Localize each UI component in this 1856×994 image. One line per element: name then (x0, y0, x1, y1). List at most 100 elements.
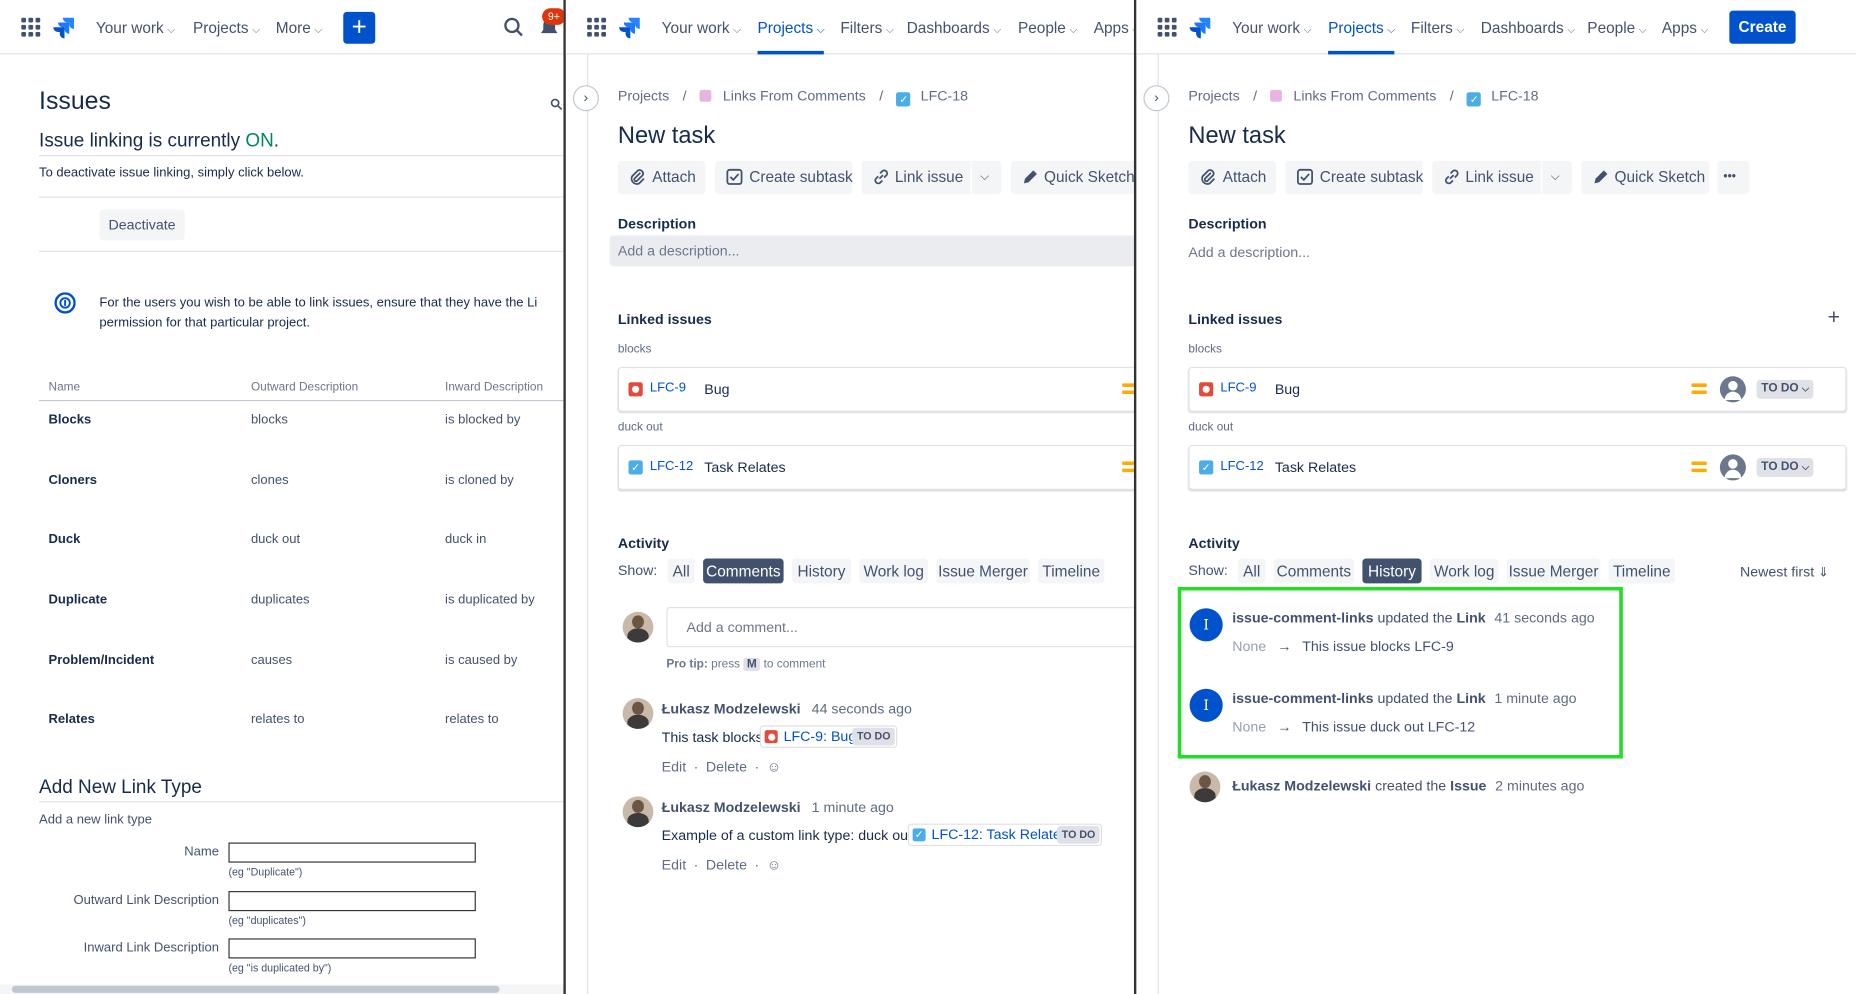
quick-sketch-button[interactable]: Quick Sketch (1010, 160, 1134, 195)
tab-issue-merger[interactable]: Issue Merger (936, 558, 1030, 584)
tab-timeline[interactable]: Timeline (1608, 558, 1675, 584)
attach-button[interactable]: Attach (1188, 160, 1276, 195)
history-actor[interactable]: issue-comment-links (1232, 609, 1373, 626)
name-field[interactable] (228, 842, 476, 863)
tab-timeline[interactable]: Timeline (1038, 558, 1105, 584)
assignee-avatar[interactable] (1719, 454, 1746, 481)
create-subtask-button[interactable]: Create subtask (714, 160, 853, 195)
user-avatar[interactable] (622, 698, 654, 729)
nav-projects[interactable]: Projects ⌵ (193, 19, 260, 37)
comment-time[interactable]: 44 seconds ago (812, 701, 912, 718)
tab-all[interactable]: All (1238, 558, 1266, 584)
add-reaction-icon[interactable]: ☺ (767, 759, 782, 776)
breadcrumb-projects[interactable]: Projects (618, 88, 669, 105)
more-actions-button[interactable]: ••• (1717, 160, 1750, 195)
comment-time[interactable]: 1 minute ago (812, 799, 894, 816)
linked-issue-key[interactable]: LFC-9 (1220, 381, 1256, 395)
description-field[interactable]: Add a description... (609, 235, 1134, 267)
nav-your-work[interactable]: Your work ⌵ (96, 19, 175, 37)
jira-logo[interactable] (617, 15, 641, 39)
add-reaction-icon[interactable]: ☺ (767, 857, 782, 874)
deactivate-button[interactable]: Deactivate (99, 209, 185, 241)
nav-projects[interactable]: Projects ⌵ (758, 19, 825, 37)
search-icon[interactable] (503, 17, 524, 38)
nav-people[interactable]: People ⌵ (1018, 19, 1078, 37)
nav-dashboards[interactable]: Dashboards ⌵ (907, 19, 1002, 37)
comment-author[interactable]: Łukasz Modzelewski (662, 799, 801, 816)
tab-comments[interactable]: Comments (1273, 558, 1355, 584)
user-avatar[interactable] (622, 796, 654, 828)
inline-issue-link[interactable]: ✓ LFC-12: Task Relates TO DO (907, 823, 1102, 847)
status-dropdown[interactable]: TO DO ⌵ (1756, 457, 1814, 477)
scrollbar-thumb[interactable] (11, 985, 500, 993)
app-switcher-icon[interactable] (21, 17, 41, 37)
horizontal-scrollbar[interactable] (0, 984, 564, 994)
jira-logo[interactable] (51, 15, 75, 39)
expand-sidebar-button[interactable]: › (572, 85, 599, 112)
linked-issue-row[interactable]: LFC-9 Bug (617, 366, 1134, 412)
add-comment-field[interactable]: Add a comment... (666, 607, 1134, 648)
history-time[interactable]: 2 minutes ago (1495, 777, 1584, 794)
app-avatar[interactable]: I (1189, 688, 1223, 722)
tab-issue-merger[interactable]: Issue Merger (1506, 558, 1601, 584)
app-switcher-icon[interactable] (587, 17, 607, 37)
linked-issue-summary[interactable]: Task Relates (704, 459, 785, 476)
user-avatar[interactable] (1189, 771, 1221, 803)
linked-issue-key[interactable]: LFC-9 (650, 381, 686, 395)
assignee-avatar[interactable] (1719, 376, 1746, 403)
tab-work-log[interactable]: Work log (1429, 558, 1499, 584)
inward-description-field[interactable] (228, 938, 476, 959)
link-issue-dropdown[interactable]: ⌵ (971, 160, 1002, 195)
nav-dashboards[interactable]: Dashboards ⌵ (1481, 19, 1576, 37)
link-issue-button[interactable]: Link issue (861, 160, 971, 195)
linked-issue-row[interactable]: LFC-9 Bug TO DO ⌵ (1188, 366, 1847, 412)
nav-projects[interactable]: Projects ⌵ (1328, 19, 1395, 37)
tab-history[interactable]: History (791, 558, 852, 584)
nav-your-work[interactable]: Your work ⌵ (1232, 19, 1311, 37)
linked-issue-summary[interactable]: Bug (1275, 381, 1300, 398)
edit-comment-link[interactable]: Edit (662, 857, 686, 874)
quick-sketch-button[interactable]: Quick Sketch (1581, 160, 1710, 195)
jira-logo[interactable] (1187, 15, 1211, 39)
outward-description-field[interactable] (228, 891, 476, 912)
nav-people[interactable]: People ⌵ (1587, 19, 1647, 37)
link-issue-dropdown[interactable]: ⌵ (1542, 160, 1572, 195)
attach-button[interactable]: Attach (617, 160, 706, 195)
comment-author[interactable]: Łukasz Modzelewski (662, 701, 801, 718)
description-field[interactable]: Add a description... (1188, 244, 1310, 261)
tab-history[interactable]: History (1362, 558, 1422, 584)
inline-issue-link[interactable]: LFC-9: Bug TO DO (759, 725, 898, 748)
link-issue-button[interactable]: Link issue (1432, 160, 1542, 195)
nav-apps[interactable]: Apps⌵ (1662, 19, 1709, 37)
sort-order-button[interactable]: Newest first ⇓ (1740, 563, 1829, 580)
history-time[interactable]: 41 seconds ago (1494, 609, 1594, 626)
create-button[interactable]: Create (1729, 10, 1796, 44)
breadcrumb-issue[interactable]: LFC-18 (921, 88, 968, 105)
history-actor[interactable]: issue-comment-links (1232, 690, 1373, 707)
linked-issue-summary[interactable]: Bug (704, 381, 729, 398)
delete-comment-link[interactable]: Delete (706, 857, 747, 874)
nav-more[interactable]: More ⌵ (276, 19, 323, 37)
create-plus-button[interactable]: + (343, 11, 376, 44)
nav-apps[interactable]: Apps⌵ (1094, 19, 1134, 37)
linked-issue-key[interactable]: LFC-12 (1220, 459, 1263, 473)
search-icon[interactable] (550, 98, 563, 111)
breadcrumb-project[interactable]: Links From Comments (1293, 88, 1436, 105)
linked-issue-row[interactable]: ✓ LFC-12 Task Relates (617, 444, 1134, 490)
user-avatar[interactable] (622, 611, 654, 643)
create-subtask-button[interactable]: Create subtask (1285, 160, 1423, 195)
tab-work-log[interactable]: Work log (859, 558, 928, 584)
add-linked-issue-button[interactable]: + (1828, 305, 1840, 330)
issue-title[interactable]: New task (618, 123, 715, 150)
tab-comments[interactable]: Comments (703, 558, 784, 584)
app-switcher-icon[interactable] (1157, 17, 1177, 37)
edit-comment-link[interactable]: Edit (662, 759, 686, 776)
delete-comment-link[interactable]: Delete (706, 759, 747, 776)
breadcrumb-project[interactable]: Links From Comments (723, 88, 866, 105)
nav-filters[interactable]: Filters ⌵ (840, 19, 894, 37)
expand-sidebar-button[interactable]: › (1143, 85, 1170, 112)
status-dropdown[interactable]: TO DO ⌵ (1756, 379, 1814, 399)
nav-filters[interactable]: Filters ⌵ (1411, 19, 1465, 37)
app-avatar[interactable]: I (1189, 608, 1223, 642)
linked-issue-row[interactable]: ✓ LFC-12 Task Relates TO DO ⌵ (1188, 444, 1847, 490)
